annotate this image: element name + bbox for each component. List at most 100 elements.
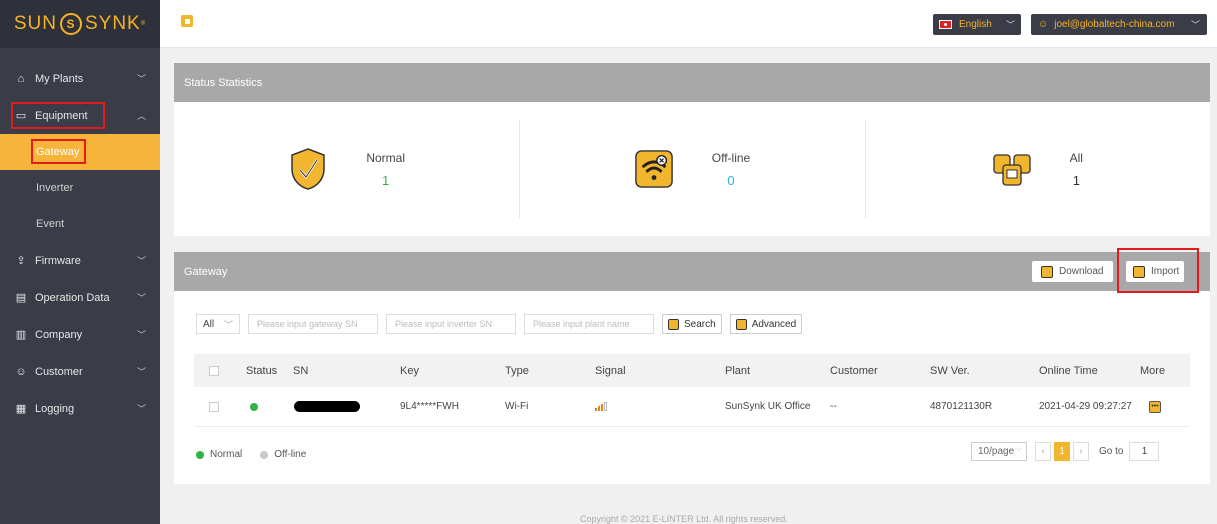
legend-normal-dot (196, 450, 204, 459)
cell-customer: -- (830, 401, 837, 412)
chevron-down-icon: ﹀ (1190, 20, 1200, 30)
stat-value: 0 (727, 172, 735, 188)
column-header-status[interactable]: Status (246, 365, 277, 377)
stat-offline: Off-line 0 (519, 102, 864, 236)
advanced-button[interactable]: Advanced (729, 314, 803, 334)
sidebar-subitem-gateway[interactable]: Gateway (0, 134, 160, 170)
cell-online-time: 2021-04-29 09:27:27 (1039, 401, 1132, 412)
legend-normal-label: Normal (210, 449, 243, 460)
goto-label: Go to (1099, 446, 1124, 457)
stat-value: 1 (382, 172, 390, 188)
download-label: Download (1059, 266, 1104, 277)
sidebar-item-label: Firmware (35, 254, 81, 267)
sidebar-item-firmware[interactable]: ⇪ Firmware ﹀ (0, 242, 160, 279)
menu-toggle-icon[interactable] (181, 15, 193, 27)
column-header-customer[interactable]: Customer (830, 365, 878, 377)
inverter-sn-input[interactable]: Please input inverter SN (386, 314, 516, 334)
column-header-sn[interactable]: SN (293, 365, 308, 377)
wifi-off-icon (634, 147, 674, 191)
status-filter-value: All (203, 318, 215, 330)
sidebar-item-my-plants[interactable]: ⌂ My Plants ﹀ (0, 60, 160, 97)
upload-icon: ⇪ (16, 255, 26, 267)
column-header-online-time[interactable]: Online Time (1039, 365, 1098, 377)
status-filter-select[interactable]: All ﹀ (196, 314, 240, 334)
chevron-down-icon: ﹀ (136, 404, 146, 414)
sidebar-item-logging[interactable]: ▦ Logging ﹀ (0, 390, 160, 427)
sunsynk-logo[interactable]: SUN S SYNK ® (0, 0, 160, 48)
column-header-key[interactable]: Key (400, 365, 419, 377)
status-dot-normal (250, 402, 258, 411)
redacted-sn (294, 401, 360, 412)
language-label: English (959, 19, 992, 30)
column-header-plant[interactable]: Plant (725, 365, 750, 377)
download-icon (1041, 265, 1053, 278)
gateway-sn-input[interactable]: Please input gateway SN (248, 314, 378, 334)
language-selector[interactable]: English ﹀ (933, 14, 1021, 35)
registered-mark: ® (140, 21, 147, 27)
search-button[interactable]: Search (662, 314, 722, 334)
chevron-up-icon: ︿ (136, 111, 146, 121)
pagination: 10/page ﹀ ‹ 1 › Go to 1 (971, 442, 1160, 461)
highlight-box (31, 139, 86, 164)
row-checkbox[interactable] (209, 401, 219, 412)
topbar: English ﹀ ☺ joel@globaltech-china.com ﹀ (160, 0, 1217, 48)
page-size-value: 10/page (978, 446, 1015, 457)
gateway-panel: Gateway Download Import All ﹀ Please inp… (174, 248, 1210, 484)
table-header: Status SN Key Type Signal Plant Customer… (194, 354, 1190, 387)
logo-text-left: SUN (13, 13, 57, 34)
chevron-down-icon: ﹀ (136, 293, 146, 303)
legend-offline-dot (260, 450, 269, 459)
logo-symbol-icon: S (59, 13, 82, 35)
signal-strength-icon (595, 402, 607, 411)
sidebar-subitem-inverter[interactable]: Inverter (0, 170, 160, 206)
chevron-down-icon: ﹀ (136, 330, 146, 340)
sidebar-item-equipment[interactable]: ▭ Equipment ︿ (0, 97, 160, 134)
legend-offline-label: Off-line (274, 449, 307, 460)
stat-all: All 1 (864, 102, 1210, 236)
sidebar-subitem-label: Inverter (36, 182, 74, 194)
current-page-button[interactable]: 1 (1054, 442, 1070, 461)
page-size-select[interactable]: 10/page ﹀ (971, 442, 1027, 461)
column-header-sw-ver[interactable]: SW Ver. (930, 365, 970, 377)
chevron-down-icon: ﹀ (136, 256, 146, 266)
prev-page-button[interactable]: ‹ (1035, 442, 1051, 461)
footer-copyright: Copyright © 2021 E-LINTER Ltd. All right… (580, 514, 788, 524)
column-header-more[interactable]: More (1140, 365, 1165, 377)
sidebar-item-company[interactable]: ▥ Company ﹀ (0, 316, 160, 353)
sidebar-item-customer[interactable]: ☺ Customer ﹀ (0, 353, 160, 390)
cell-sw-ver: 4870121130R (930, 401, 993, 412)
sidebar-item-label: Company (35, 328, 83, 341)
user-email: joel@globaltech-china.com (1054, 19, 1175, 30)
sidebar-item-operation-data[interactable]: ▤ Operation Data ﹀ (0, 279, 160, 316)
building-icon: ▥ (15, 329, 27, 341)
sidebar-subitem-event[interactable]: Event (0, 206, 160, 242)
download-button[interactable]: Download (1032, 261, 1113, 282)
table-row[interactable]: 9L4*****FWH Wi-Fi SunSynk UK Office -- 4… (194, 387, 1190, 427)
stat-label: Normal (366, 150, 405, 165)
column-header-signal[interactable]: Signal (595, 365, 626, 377)
stat-label: Off-line (711, 150, 751, 165)
more-actions-icon[interactable]: ••• (1149, 400, 1161, 413)
chevron-down-icon: ﹀ (136, 367, 146, 377)
chevron-down-icon: ﹀ (1005, 20, 1015, 30)
goto-page-input[interactable]: 1 (1129, 442, 1160, 461)
stat-label: All (1069, 150, 1083, 165)
highlight-box (1117, 248, 1199, 293)
select-all-checkbox[interactable] (209, 365, 219, 376)
devices-icon (992, 147, 1032, 191)
chevron-down-icon: ﹀ (136, 74, 146, 84)
gateway-panel-header: Gateway Download Import (174, 248, 1210, 293)
sidebar-subitem-label: Event (36, 218, 65, 230)
home-icon: ⌂ (17, 72, 25, 85)
sidebar-item-label: Operation Data (35, 291, 110, 304)
cell-plant[interactable]: SunSynk UK Office (725, 401, 810, 412)
plant-name-input[interactable]: Please input plant name (524, 314, 654, 334)
column-header-type[interactable]: Type (505, 365, 529, 377)
gateway-table: Status SN Key Type Signal Plant Customer… (194, 354, 1190, 427)
sidebar-item-label: My Plants (35, 72, 84, 85)
next-page-button[interactable]: › (1073, 442, 1089, 461)
chevron-down-icon: ﹀ (1014, 447, 1024, 457)
highlight-box (11, 102, 105, 129)
user-menu[interactable]: ☺ joel@globaltech-china.com ﹀ (1031, 14, 1207, 35)
advanced-label: Advanced (751, 318, 797, 330)
